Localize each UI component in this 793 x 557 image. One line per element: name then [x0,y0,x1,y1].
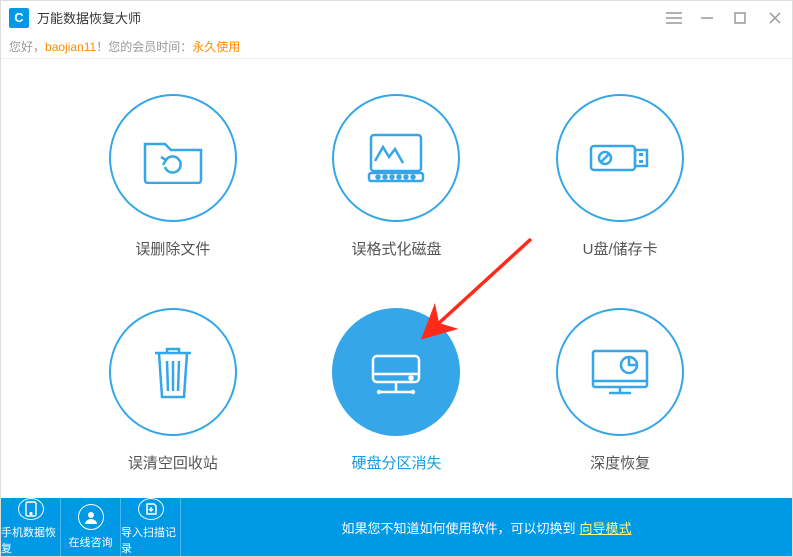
greeting-username: baojian11 [45,40,96,54]
app-title: 万能数据恢复大师 [37,8,666,27]
hint-text: 如果您不知道如何使用软件，可以切换到 [341,518,575,537]
option-partition-lost[interactable]: 硬盘分区消失 [332,308,460,473]
maximize-button[interactable] [734,12,750,24]
option-recycle-bin[interactable]: 误清空回收站 [109,308,237,473]
monitor-scan-icon [556,308,684,436]
greeting-member-text: ！您的会员时间： [96,38,192,55]
bottom-bar: 手机数据恢复 在线咨询 导入扫描记录 如果您不知道如何使用软件，可以切换到 向导… [1,498,792,556]
app-icon: C [9,8,29,28]
wizard-mode-link[interactable]: 向导模式 [580,518,632,537]
option-label: 误清空回收站 [128,452,218,473]
phone-recovery-button[interactable]: 手机数据恢复 [1,498,61,556]
greeting-bar: 您好， baojian11 ！您的会员时间： 永久使用 [1,35,792,59]
option-formatted-disk[interactable]: 误格式化磁盘 [332,94,460,259]
recovery-options-grid: 误删除文件 误格式化磁盘 [1,59,792,498]
usb-icon [556,94,684,222]
trash-icon [109,308,237,436]
minimize-button[interactable] [700,11,716,25]
bottom-btn-label: 在线咨询 [69,534,113,550]
disk-wave-icon [332,94,460,222]
greeting-hello: 您好， [9,38,45,55]
bottom-btn-label: 导入扫描记录 [121,524,180,556]
option-usb-card[interactable]: U盘/储存卡 [556,94,684,259]
phone-icon [18,498,44,520]
option-label: 深度恢复 [590,452,650,473]
menu-button[interactable] [666,12,682,24]
import-scan-button[interactable]: 导入扫描记录 [121,498,181,556]
option-label: U盘/储存卡 [583,238,658,259]
option-label: 误格式化磁盘 [351,238,441,259]
import-icon [138,498,164,520]
hint-area: 如果您不知道如何使用软件，可以切换到 向导模式 [181,518,792,537]
bottom-btn-label: 手机数据恢复 [1,524,60,556]
option-label: 误删除文件 [135,238,210,259]
greeting-forever: 永久使用 [192,38,240,55]
window-controls [666,11,784,25]
title-bar: C 万能数据恢复大师 [1,1,792,35]
support-icon [78,504,104,530]
online-support-button[interactable]: 在线咨询 [61,498,121,556]
option-deleted-files[interactable]: 误删除文件 [109,94,237,259]
folder-recycle-icon [109,94,237,222]
close-button[interactable] [768,11,784,25]
hard-drive-icon [332,308,460,436]
option-label: 硬盘分区消失 [351,452,441,473]
option-deep-recovery[interactable]: 深度恢复 [556,308,684,473]
